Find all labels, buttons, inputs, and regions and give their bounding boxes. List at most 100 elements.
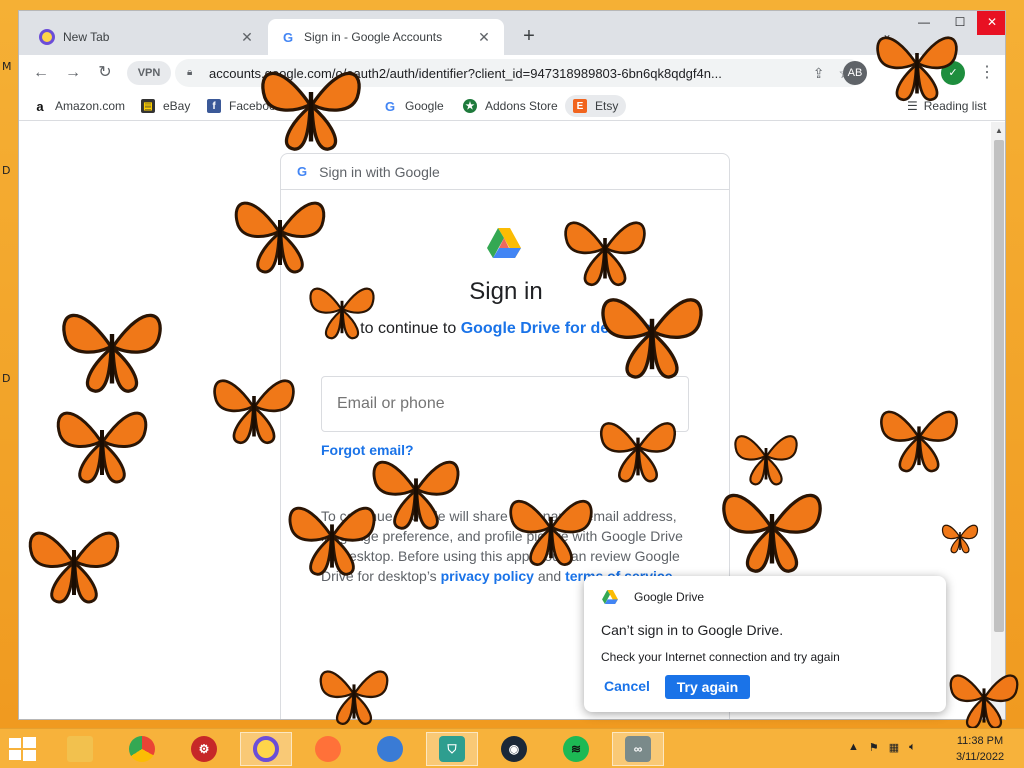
desktop-icon-label: D	[2, 164, 11, 177]
ebay-icon: ▤	[141, 99, 155, 113]
minimize-button[interactable]: —	[907, 11, 941, 35]
steam-icon: ◉	[501, 736, 527, 762]
folder-icon	[67, 736, 93, 762]
bookmark-amazon[interactable]: a Amazon.com	[33, 95, 125, 117]
subtitle-prefix: to continue to	[360, 320, 461, 337]
toolbar: ← → ↻ VPN 🔒︎ accounts.google.com/o/oauth…	[19, 55, 1005, 91]
tab-new-tab[interactable]: New Tab ✕	[27, 19, 267, 55]
extensions-puzzle-icon[interactable]: ✚	[907, 61, 931, 85]
taskbar: ⚙ ⛉ ◉ ≋ ∞ ▲ ⚑ ▦ 🔈︎ 11:38 PM 3/11/2022	[0, 728, 1024, 768]
consent-text: To continue, Google will share your name…	[321, 506, 689, 586]
taskbar-steam[interactable]: ◉	[488, 732, 540, 766]
bookmark-ebay[interactable]: ▤ eBay	[141, 95, 190, 117]
card-header-text: Sign in with Google	[319, 163, 440, 180]
thunderbird-icon	[377, 736, 403, 762]
address-bar[interactable]: 🔒︎ accounts.google.com/o/oauth2/auth/ide…	[175, 59, 863, 87]
consent-and: and	[533, 568, 566, 584]
email-field[interactable]	[321, 376, 689, 432]
vpn-button[interactable]: VPN	[127, 61, 171, 85]
bookmark-label: Google	[405, 99, 444, 113]
desktop-icon-label: M	[2, 60, 12, 73]
notification-body: Check your Internet connection and try a…	[601, 650, 840, 664]
scroll-up-icon[interactable]: ▲	[995, 126, 1003, 135]
forward-button[interactable]: →	[61, 61, 85, 85]
bookmark-google[interactable]: G Google	[383, 95, 444, 117]
taskbar-spotify[interactable]: ≋	[550, 732, 602, 766]
clock-time: 11:38 PM	[956, 735, 1004, 747]
google-g-icon: G	[297, 164, 308, 179]
tab-sign-in[interactable]: G Sign in - Google Accounts ✕	[268, 19, 504, 55]
drive-error-notification: Google Drive Can’t sign in to Google Dri…	[584, 576, 946, 712]
bookmark-label: Facebook	[229, 99, 282, 113]
bookmark-facebook[interactable]: f Facebook	[207, 95, 282, 117]
vpn-shield-icon: ⛉	[439, 736, 465, 762]
desktop-icon-label: D	[2, 372, 11, 385]
maximize-button[interactable]: ☐	[943, 11, 977, 35]
taskbar-thunderbird[interactable]	[364, 732, 416, 766]
amazon-icon: a	[33, 99, 47, 114]
tab-strip: New Tab ✕ G Sign in - Google Accounts ✕ …	[19, 11, 1005, 55]
scroll-thumb[interactable]	[994, 140, 1004, 632]
url-text[interactable]: accounts.google.com/o/oauth2/auth/identi…	[209, 66, 813, 81]
bookmark-label: Amazon.com	[55, 99, 126, 113]
taskbar-firefox[interactable]	[302, 732, 354, 766]
lock-icon[interactable]: 🔒︎	[187, 67, 199, 79]
volume-muted-icon[interactable]: 🔈︎	[909, 741, 916, 754]
notification-title: Can’t sign in to Google Drive.	[601, 622, 784, 638]
security-icon: ⚙	[191, 736, 217, 762]
bookmarks-bar: a Amazon.com ▤ eBay f Facebook G Google …	[19, 91, 1005, 121]
cancel-button[interactable]: Cancel	[604, 678, 650, 694]
share-icon[interactable]: ⇪	[813, 65, 825, 82]
clock-date: 3/11/2022	[955, 751, 1005, 763]
browser-logo-icon	[39, 29, 55, 45]
card-header: G Sign in with Google	[281, 154, 729, 190]
notification-app-name: Google Drive	[634, 590, 705, 604]
tab-title: Sign in - Google Accounts	[304, 30, 443, 44]
privacy-policy-link[interactable]: privacy policy	[441, 568, 534, 584]
network-icon[interactable]: ▦	[889, 741, 899, 754]
google-icon: G	[384, 98, 396, 114]
vertical-scrollbar[interactable]: ▲	[991, 122, 1005, 719]
back-button[interactable]: ←	[29, 61, 53, 85]
taskbar-remote-app[interactable]: ∞	[612, 732, 664, 766]
close-window-button[interactable]: ✕	[977, 11, 1005, 35]
bookmark-label: Addons Store	[485, 99, 558, 113]
forgot-email-link[interactable]: Forgot email?	[321, 442, 414, 458]
google-drive-icon	[602, 590, 618, 604]
reading-list-icon: ☰	[907, 99, 918, 113]
try-again-button[interactable]: Try again	[665, 675, 750, 699]
taskbar-security-app[interactable]: ⚙	[178, 732, 230, 766]
tab-search-icon[interactable]: ⌄	[877, 27, 897, 47]
bookmark-addons-store[interactable]: ★ Addons Store	[463, 95, 558, 117]
taskbar-vpn-app[interactable]: ⛉	[426, 732, 478, 766]
taskbar-file-explorer[interactable]	[54, 732, 106, 766]
signin-title: Sign in	[469, 278, 543, 305]
taskbar-browser[interactable]	[240, 732, 292, 766]
adblock-extension-icon[interactable]: AB	[843, 61, 867, 85]
menu-icon[interactable]: ⋮	[975, 61, 999, 85]
reload-button[interactable]: ↻	[93, 61, 117, 85]
system-clock[interactable]: 11:38 PM 3/11/2022	[950, 733, 1010, 765]
app-name-link[interactable]: Google Drive for desktop	[461, 320, 652, 337]
google-drive-logo-icon	[487, 228, 521, 258]
bookmark-label: Etsy	[595, 99, 619, 113]
firefox-icon	[315, 736, 341, 762]
etsy-icon: E	[573, 99, 587, 113]
chrome-icon	[129, 736, 155, 762]
close-icon[interactable]: ✕	[476, 29, 492, 46]
google-g-icon: G	[282, 29, 294, 45]
browser-logo-icon	[253, 736, 279, 762]
tab-title: New Tab	[63, 30, 110, 44]
new-tab-button[interactable]: +	[517, 25, 541, 49]
tray-expand-icon[interactable]: ▲	[848, 741, 859, 754]
windows-start-icon[interactable]	[6, 735, 38, 763]
signin-subtitle: to continue to Google Drive for desktop	[281, 320, 731, 338]
action-center-flag-icon[interactable]: ⚑	[869, 741, 879, 754]
system-tray: ▲ ⚑ ▦ 🔈︎	[848, 741, 916, 754]
bookmark-etsy[interactable]: E Etsy	[565, 95, 627, 117]
reading-list-button[interactable]: ☰ Reading list	[907, 95, 986, 117]
shield-extension-icon[interactable]: ✓	[941, 61, 965, 85]
taskbar-chrome[interactable]	[116, 732, 168, 766]
close-icon[interactable]: ✕	[239, 29, 255, 46]
notification-header: Google Drive	[602, 590, 704, 604]
